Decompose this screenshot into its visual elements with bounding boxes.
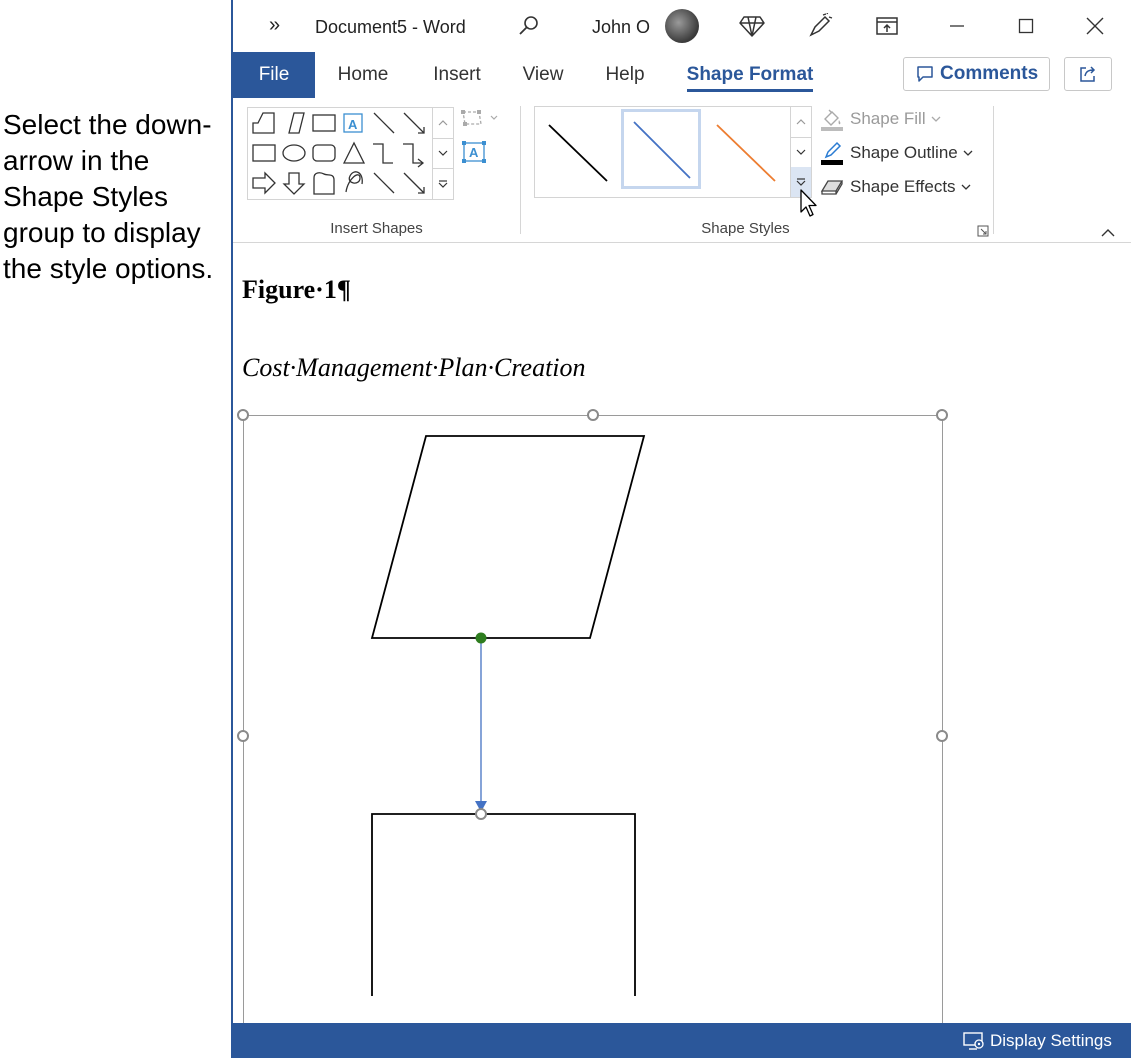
mouse-cursor-icon — [799, 188, 821, 218]
maximize-button[interactable] — [1003, 0, 1049, 52]
tab-file[interactable]: File — [233, 52, 315, 98]
search-icon[interactable] — [517, 14, 541, 38]
tab-insert[interactable]: Insert — [421, 52, 493, 98]
pencil-outline-icon — [820, 141, 844, 165]
svg-text:A: A — [348, 117, 358, 132]
shape-styles-gallery[interactable] — [534, 106, 812, 198]
shapes-grid[interactable]: A — [248, 108, 432, 199]
share-icon — [1078, 64, 1098, 84]
shape-effects-label: Shape Effects — [850, 177, 956, 196]
shape-effects-button[interactable]: Shape Effects — [820, 174, 971, 200]
chevron-down-icon — [931, 116, 941, 122]
resize-handle-middle-left[interactable] — [237, 730, 249, 742]
shape-outline-button[interactable]: Shape Outline — [820, 140, 973, 166]
close-button[interactable] — [1072, 0, 1118, 52]
shape-effects-icon — [820, 175, 844, 199]
edit-shape-icon[interactable] — [459, 106, 503, 130]
shape-fill-button[interactable]: Shape Fill — [820, 106, 941, 132]
document-canvas[interactable]: Figure·1¶ Cost·Management·Plan·Creation — [233, 243, 1131, 1035]
style-option-black[interactable] — [539, 111, 617, 191]
shapes-scroll-down-button[interactable] — [432, 138, 453, 169]
title-bar: » Document5 - Word John O — [233, 0, 1131, 52]
styles-scroll-up-button[interactable] — [790, 107, 811, 138]
quick-access-overflow-button[interactable]: » — [269, 14, 280, 37]
shape-styles-group-label: Shape Styles — [701, 220, 790, 237]
resize-handle-middle-right[interactable] — [936, 730, 948, 742]
display-settings-icon — [963, 1031, 985, 1051]
shapes-more-button[interactable] — [432, 168, 453, 199]
tab-help[interactable]: Help — [595, 52, 655, 98]
rectangle-shape[interactable] — [371, 813, 636, 996]
ribbon-tabs: File Home Insert View Help Shape Format … — [233, 52, 1131, 98]
pen-icon[interactable] — [807, 11, 833, 39]
resize-handle-top-left[interactable] — [237, 409, 249, 421]
connector-end-handle[interactable] — [475, 808, 487, 820]
status-bar: Display Settings — [233, 1023, 1131, 1058]
style-option-blue[interactable] — [621, 109, 701, 189]
paint-bucket-icon — [820, 107, 844, 131]
user-name[interactable]: John O — [592, 17, 650, 38]
diamond-icon[interactable] — [739, 14, 765, 38]
active-tab-indicator — [687, 89, 813, 92]
draw-text-box-icon[interactable]: A — [461, 140, 487, 164]
group-divider — [993, 106, 994, 234]
resize-handle-top-right[interactable] — [936, 409, 948, 421]
svg-text:A: A — [469, 145, 479, 160]
comment-icon — [916, 65, 934, 83]
document-title: Document5 - Word — [315, 17, 466, 37]
tab-view[interactable]: View — [513, 52, 573, 98]
display-settings-label: Display Settings — [990, 1030, 1112, 1050]
chevron-down-icon — [961, 184, 971, 190]
dialog-launcher-icon[interactable] — [977, 224, 989, 237]
avatar[interactable] — [665, 9, 699, 43]
share-button[interactable] — [1064, 57, 1112, 91]
comments-button[interactable]: Comments — [903, 57, 1050, 91]
insert-shapes-group-label: Insert Shapes — [330, 220, 423, 237]
parallelogram-shape[interactable] — [370, 435, 646, 639]
flowchart-drawing — [370, 435, 646, 996]
style-option-orange[interactable] — [707, 111, 785, 191]
display-settings-button[interactable]: Display Settings — [963, 1023, 1112, 1058]
shapes-gallery[interactable]: A — [247, 107, 454, 200]
ribbon-display-icon[interactable] — [875, 14, 899, 38]
group-divider — [520, 106, 521, 234]
connector-start-anchor[interactable] — [475, 632, 487, 644]
comments-label: Comments — [940, 63, 1039, 84]
resize-handle-top-center[interactable] — [587, 409, 599, 421]
word-window: » Document5 - Word John O File Home Inse… — [231, 0, 1131, 1058]
collapse-ribbon-icon[interactable] — [1101, 225, 1115, 237]
minimize-button[interactable] — [934, 0, 980, 52]
chevron-down-icon — [963, 150, 973, 156]
shapes-scroll-up-button[interactable] — [432, 108, 453, 139]
ribbon: A A Insert Shapes Shape Fill Shape Outli… — [233, 98, 1131, 243]
styles-scroll-down-button[interactable] — [790, 137, 811, 168]
shape-outline-label: Shape Outline — [850, 143, 958, 162]
shape-fill-label: Shape Fill — [850, 109, 926, 128]
instruction-text: Select the down-arrow in the Shape Style… — [3, 109, 214, 284]
tab-home[interactable]: Home — [325, 52, 401, 98]
